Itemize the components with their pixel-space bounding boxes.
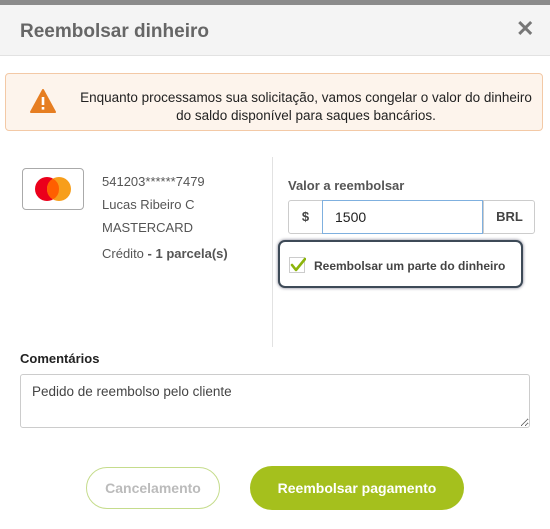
refund-amount-group: $ BRL	[288, 200, 535, 234]
partial-refund-checkbox[interactable]	[289, 257, 306, 273]
installments-separator: -	[143, 246, 156, 261]
check-icon	[290, 257, 306, 272]
partial-refund-label: Reembolsar um parte do dinheiro	[314, 259, 506, 273]
comments-label: Comentários	[20, 351, 100, 366]
card-holder: Lucas Ribeiro C	[102, 197, 195, 212]
card-type: Crédito	[102, 246, 144, 261]
mastercard-logo	[22, 168, 84, 210]
currency-symbol: $	[289, 201, 323, 233]
currency-code: BRL	[483, 201, 535, 233]
card-brand: MASTERCARD	[102, 220, 194, 235]
dialog-header: Reembolsar dinheiro ✕	[0, 5, 550, 56]
vertical-divider	[272, 157, 273, 347]
warning-icon	[30, 89, 56, 113]
refund-payment-button[interactable]: Reembolsar pagamento	[250, 466, 464, 510]
comments-textarea[interactable]: Pedido de reembolso pelo cliente	[20, 374, 530, 428]
info-alert: Enquanto processamos sua solicitação, va…	[5, 73, 543, 131]
dialog-title: Reembolsar dinheiro	[20, 21, 209, 42]
refund-amount-label: Valor a reembolsar	[288, 178, 405, 193]
cancel-button[interactable]: Cancelamento	[86, 467, 220, 509]
card-installments: 1 parcela(s)	[155, 246, 228, 261]
close-icon[interactable]: ✕	[516, 18, 534, 40]
alert-message: Enquanto processamos sua solicitação, va…	[80, 90, 532, 123]
card-payment-type: Crédito - 1 parcela(s)	[102, 246, 228, 261]
partial-refund-option[interactable]: Reembolsar um parte do dinheiro	[278, 240, 523, 288]
refund-amount-input[interactable]	[322, 200, 483, 234]
card-number: 541203******7479	[102, 174, 205, 189]
